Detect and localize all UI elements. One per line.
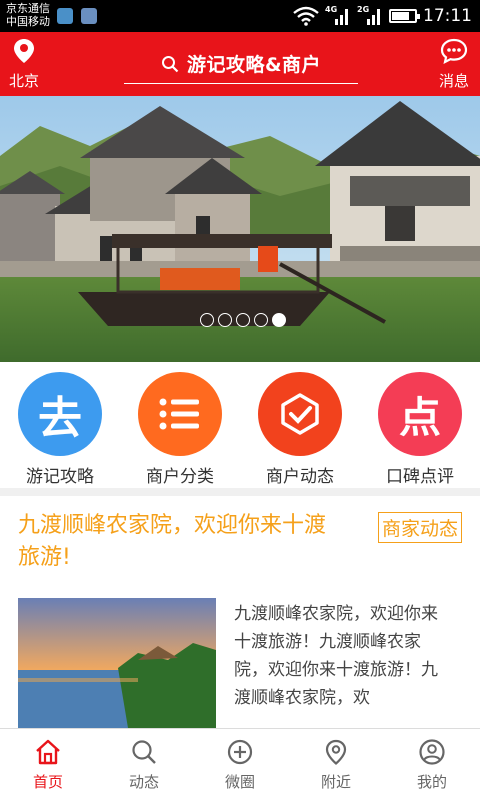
category-label: 口碑点评 bbox=[386, 467, 454, 487]
message-label: 消息 bbox=[438, 72, 469, 90]
user-icon bbox=[419, 739, 445, 765]
news-excerpt: 九渡顺峰农家院，欢迎你来十渡旅游！九渡顺峰农家院，欢迎你来十渡旅游！九渡顺峰农家… bbox=[234, 604, 438, 708]
review-icon: 点 bbox=[378, 372, 462, 456]
network-2g-label: 2G bbox=[357, 5, 370, 14]
news-title[interactable]: 九渡顺峰农家院，欢迎你来十渡旅游! bbox=[18, 510, 338, 574]
carousel-dot-1[interactable] bbox=[200, 313, 214, 327]
chat-bubble-icon bbox=[440, 38, 468, 65]
nav-label: 我的 bbox=[416, 773, 447, 791]
checkmark-shield-icon bbox=[258, 372, 342, 456]
message-button[interactable]: 消息 bbox=[434, 38, 474, 91]
location-button[interactable]: 北京 bbox=[6, 38, 42, 91]
category-label: 游记攻略 bbox=[26, 467, 94, 487]
nav-home[interactable]: 首页 bbox=[0, 729, 96, 800]
carousel-indicators bbox=[200, 313, 286, 327]
network-4g-label: 4G bbox=[325, 5, 338, 14]
list-icon bbox=[138, 372, 222, 456]
gallery-notification-icon bbox=[81, 8, 97, 24]
search-icon bbox=[161, 55, 179, 72]
signal-4g-icon: 4G bbox=[325, 5, 351, 27]
status-right: 4G 2G 17:11 bbox=[293, 0, 472, 32]
search-icon bbox=[132, 740, 156, 764]
nav-label: 动态 bbox=[128, 773, 159, 791]
battery-icon bbox=[389, 9, 420, 23]
nav-nearby[interactable]: 附近 bbox=[288, 729, 384, 800]
carrier-1: 京东通信 bbox=[6, 2, 50, 15]
carousel-dot-4[interactable] bbox=[254, 313, 268, 327]
carrier-2: 中国移动 bbox=[6, 15, 50, 28]
location-pin-icon bbox=[325, 739, 347, 765]
travel-guide-icon: 去 bbox=[18, 372, 102, 456]
category-label: 商户动态 bbox=[266, 467, 334, 487]
wifi-icon bbox=[293, 6, 319, 26]
travel-guide-glyph: 去 bbox=[38, 393, 82, 444]
clock: 17:11 bbox=[423, 6, 472, 26]
carrier-info: 京东通信 中国移动 bbox=[6, 2, 50, 28]
nav-feed[interactable]: 动态 bbox=[96, 729, 192, 800]
category-row: 去 游记攻略 商户分类 商户动态 点 口碑点评 bbox=[0, 362, 480, 488]
carousel-dot-5[interactable] bbox=[272, 313, 286, 327]
nav-circle[interactable]: 微圈 bbox=[192, 729, 288, 800]
category-travel-guide[interactable]: 去 游记攻略 bbox=[0, 372, 120, 487]
search-label: 游记攻略&商户 bbox=[186, 54, 322, 76]
location-pin-icon bbox=[14, 39, 34, 63]
home-icon bbox=[36, 739, 60, 765]
plus-circle-icon bbox=[227, 739, 253, 765]
category-merchant-types[interactable]: 商户分类 bbox=[120, 372, 240, 487]
news-badge: 商家动态 bbox=[377, 512, 462, 543]
review-glyph: 点 bbox=[398, 392, 441, 442]
signal-2g-icon: 2G bbox=[357, 5, 383, 27]
battery-fill bbox=[392, 12, 409, 20]
status-bar: 京东通信 中国移动 4G 2G 17:11 bbox=[0, 0, 480, 32]
bottom-nav: 首页 动态 微圈 附近 我的 bbox=[0, 728, 480, 800]
carousel-dot-3[interactable] bbox=[236, 313, 250, 327]
category-label: 商户分类 bbox=[146, 467, 214, 487]
nav-label: 附近 bbox=[320, 773, 351, 791]
search-bar[interactable]: 游记攻略&商户 bbox=[124, 44, 358, 84]
maps-notification-icon bbox=[57, 8, 73, 24]
news-thumbnail[interactable] bbox=[18, 598, 216, 728]
location-label: 北京 bbox=[8, 72, 39, 90]
nav-label: 微圈 bbox=[224, 773, 255, 791]
merchant-news-card[interactable]: 九渡顺峰农家院，欢迎你来十渡旅游! 商家动态 九渡顺峰农家院，欢迎你来十渡旅游！… bbox=[0, 496, 480, 728]
category-reviews[interactable]: 点 口碑点评 bbox=[360, 372, 480, 487]
nav-label: 首页 bbox=[32, 773, 63, 791]
app-header: 北京 游记攻略&商户 消息 bbox=[0, 32, 480, 96]
category-merchant-news[interactable]: 商户动态 bbox=[240, 372, 360, 487]
nav-profile[interactable]: 我的 bbox=[384, 729, 480, 800]
carousel-dot-2[interactable] bbox=[218, 313, 232, 327]
